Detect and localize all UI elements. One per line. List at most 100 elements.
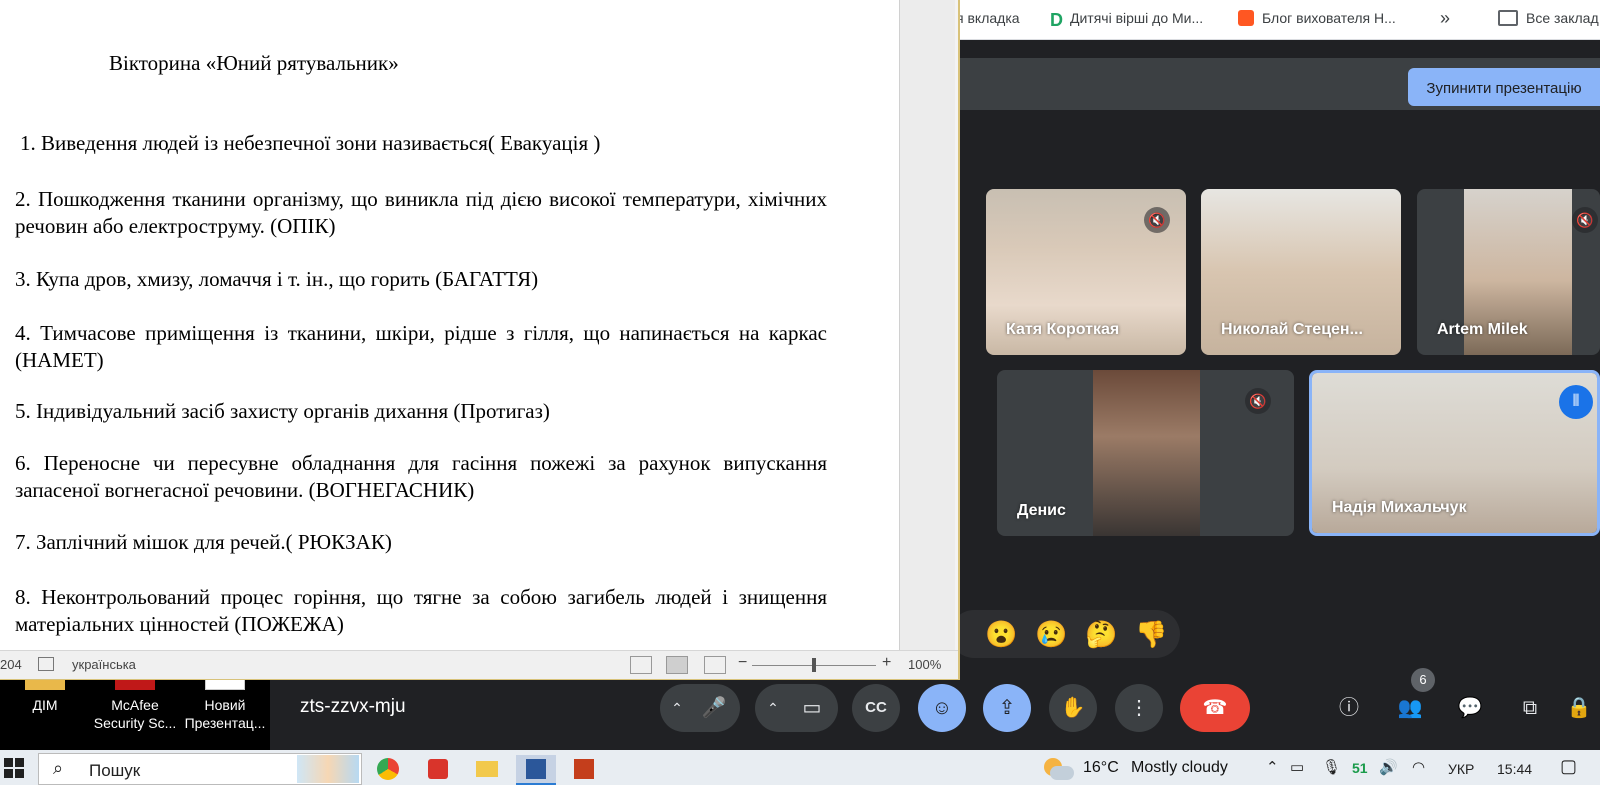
participant-name: Катя Короткая xyxy=(1006,321,1120,338)
wifi-icon[interactable]: ◠ xyxy=(1412,758,1425,776)
participant-name: Artem Milek xyxy=(1437,321,1528,338)
search-highlight-image xyxy=(297,755,359,783)
camera-button[interactable]: ▭ xyxy=(788,684,836,732)
spellcheck-icon[interactable] xyxy=(38,657,54,671)
bookmarks-more-button[interactable]: » xyxy=(1440,6,1450,30)
microphone-button[interactable]: 🎤 xyxy=(690,684,738,732)
mic-off-icon: 🔇 xyxy=(1144,207,1170,233)
quiz-question: 7. Заплічний мішок для речей.( РЮКЗАК) xyxy=(15,530,392,554)
clock[interactable]: 15:44 xyxy=(1497,761,1532,777)
quiz-question: 5. Індивідуальний засіб захисту органів … xyxy=(15,399,550,423)
quiz-question: 2. Пошкодження тканини організму, що вин… xyxy=(15,187,827,238)
bookmark-partial[interactable]: я вкладка xyxy=(956,6,1020,30)
zoom-level[interactable]: 100% xyxy=(908,657,941,672)
document-language[interactable]: українська xyxy=(72,657,136,672)
file-explorer-icon xyxy=(476,761,498,777)
mic-off-icon: 🔇 xyxy=(1245,388,1271,414)
volume-icon[interactable]: 🔊 xyxy=(1379,758,1398,776)
desktop-icon-label: ДІМ xyxy=(32,697,58,713)
host-controls-button[interactable]: 🔒 xyxy=(1558,684,1600,732)
document-page[interactable]: Вікторина «Юний рятувальник» 1. Виведенн… xyxy=(0,0,899,650)
desktop-icon-label: McAfee Security Sc... xyxy=(93,697,177,731)
raise-hand-button[interactable]: ✋ xyxy=(1049,684,1097,732)
quiz-question: 4. Тимчасове приміщення із тканини, шкір… xyxy=(15,321,827,372)
weather-temperature[interactable]: 16°C xyxy=(1083,759,1119,777)
app-taskbar-button[interactable] xyxy=(424,755,454,783)
bookmark-blog[interactable]: Блог вихователя Н... xyxy=(1238,6,1396,30)
reaction-sad-icon[interactable]: 😢 xyxy=(1035,619,1067,650)
chrome-icon xyxy=(377,758,399,780)
zoom-slider-thumb[interactable] xyxy=(812,658,816,672)
participant-tile[interactable]: Николай Стецен... xyxy=(1201,189,1401,355)
powerpoint-taskbar-button[interactable] xyxy=(570,755,600,783)
present-screen-button[interactable]: ⇪ xyxy=(983,684,1031,732)
document-title: Вікторина «Юний рятувальник» xyxy=(109,51,399,75)
reaction-wow-icon[interactable]: 😮 xyxy=(985,619,1017,650)
blogger-icon xyxy=(1238,10,1254,26)
bookmark-label: Блог вихователя Н... xyxy=(1262,10,1396,26)
people-button[interactable]: 👥 xyxy=(1386,684,1434,732)
meeting-info-button[interactable]: ⓘ xyxy=(1325,684,1373,732)
read-mode-icon[interactable] xyxy=(630,656,652,674)
quiz-question: 8. Неконтрольований процес горіння, що т… xyxy=(15,585,827,636)
weather-description[interactable]: Mostly cloudy xyxy=(1131,759,1228,777)
word-icon xyxy=(526,759,546,779)
chevron-up-icon[interactable]: ⌃ xyxy=(756,684,790,732)
bookmark-verses[interactable]: D Дитячі вірші до Ми... xyxy=(1050,6,1203,30)
captions-button[interactable]: CC xyxy=(852,684,900,732)
leave-call-button[interactable]: ☎ xyxy=(1180,684,1250,732)
app-icon xyxy=(428,759,448,779)
reaction-thumbs-down-icon[interactable]: 👎 xyxy=(1135,619,1167,650)
input-language[interactable]: УКР xyxy=(1448,761,1474,777)
microphone-in-use-icon[interactable]: 🎙 xyxy=(1322,758,1341,776)
powerpoint-icon xyxy=(574,759,594,779)
quiz-question: 6. Переносне чи пересувне обладнання для… xyxy=(15,451,827,502)
more-options-button[interactable]: ⋮ xyxy=(1115,684,1163,732)
chrome-taskbar-button[interactable] xyxy=(374,755,404,783)
participant-name: Денис xyxy=(1017,502,1066,519)
reactions-bar: 😮 😢 🤔 👎 xyxy=(950,610,1180,658)
participant-tile[interactable]: 🔇 Artem Milek xyxy=(1417,189,1600,355)
speaking-indicator-icon: ⦀ xyxy=(1559,385,1593,419)
notifications-icon[interactable]: ▢ xyxy=(1560,756,1577,777)
all-bookmarks-folder[interactable]: Все заклад xyxy=(1498,6,1599,30)
bookmark-label: я вкладка xyxy=(956,10,1020,26)
print-layout-icon[interactable] xyxy=(666,656,688,674)
word-taskbar-button[interactable] xyxy=(516,755,556,785)
participant-name: Николай Стецен... xyxy=(1221,321,1363,338)
word-status-bar: 204 українська − + 100% xyxy=(0,650,958,679)
mic-off-icon: 🔇 xyxy=(1572,207,1598,233)
activities-button[interactable]: ⧉ xyxy=(1506,684,1554,732)
meeting-code: zts-zzvx-mju xyxy=(300,696,406,717)
bookmark-label: Дитячі вірші до Ми... xyxy=(1070,10,1204,26)
word-count[interactable]: 204 xyxy=(0,657,22,672)
emoji-button[interactable]: ☺ xyxy=(918,684,966,732)
participant-tile[interactable]: 🔇 Катя Короткая xyxy=(986,189,1186,355)
stop-presenting-button[interactable]: Зупинити презентацію xyxy=(1408,68,1600,106)
weather-icon[interactable] xyxy=(1044,758,1074,780)
chevron-up-icon[interactable]: ⌃ xyxy=(660,684,694,732)
search-placeholder: Пошук xyxy=(89,761,141,780)
tray-app-counter[interactable]: 51 xyxy=(1352,760,1368,776)
folder-icon xyxy=(1498,10,1518,26)
search-icon: ⌕ xyxy=(53,758,64,778)
explorer-taskbar-button[interactable] xyxy=(472,755,502,783)
bookmark-label: Все заклад xyxy=(1526,10,1599,26)
zoom-out-button[interactable]: − xyxy=(738,654,747,672)
taskbar-search[interactable]: ⌕ Пошук xyxy=(38,753,362,785)
bookmark-d-icon: D xyxy=(1050,10,1063,30)
show-hidden-icons-button[interactable]: ⌃ xyxy=(1266,758,1279,776)
quiz-question: 1. Виведення людей із небезпечної зони н… xyxy=(20,131,601,155)
page-margin xyxy=(899,0,955,650)
windows-start-icon[interactable] xyxy=(4,758,24,778)
taskbar: ⌕ Пошук 16°C Mostly cloudy ⌃ ▭ 🎙 51 🔊 ◠ … xyxy=(0,750,1600,785)
chat-button[interactable]: 💬 xyxy=(1446,684,1494,732)
reaction-thinking-icon[interactable]: 🤔 xyxy=(1085,619,1117,650)
participant-tile-active[interactable]: ⦀ Надія Михальчук xyxy=(1309,370,1600,536)
participant-tile[interactable]: 🔇 Денис xyxy=(997,370,1294,536)
web-layout-icon[interactable] xyxy=(704,656,726,674)
desktop-icon-label: Новий Презентац... xyxy=(184,697,266,731)
battery-icon[interactable]: ▭ xyxy=(1290,758,1304,776)
zoom-in-button[interactable]: + xyxy=(882,654,891,672)
participant-name: Надія Михальчук xyxy=(1332,499,1467,516)
